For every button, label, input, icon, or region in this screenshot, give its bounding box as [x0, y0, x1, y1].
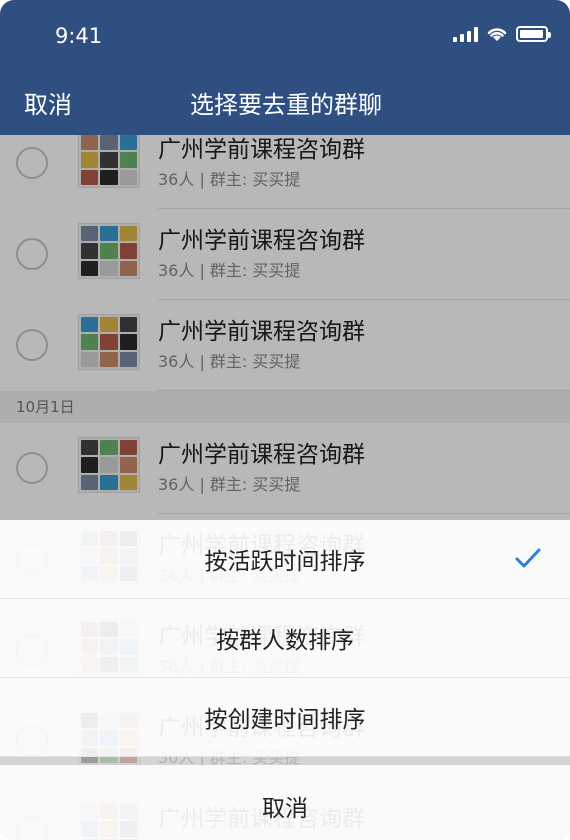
status-time: 9:41 — [55, 24, 103, 48]
sheet-cancel-button[interactable]: 取消 — [0, 765, 570, 840]
header-bar: 9:41 取消 选择要去重的群聊 — [0, 0, 570, 135]
sort-option-label: 按创建时间排序 — [204, 707, 366, 733]
wifi-icon — [487, 28, 507, 41]
sort-action-sheet: 按活跃时间排序 按群人数排序 按创建时间排序 取消 — [0, 520, 570, 840]
page-title: 选择要去重的群聊 — [190, 91, 382, 119]
checkmark-icon — [515, 548, 541, 568]
sort-option-created-time[interactable]: 按创建时间排序 — [0, 678, 570, 757]
sort-option-label: 按活跃时间排序 — [204, 549, 366, 575]
phone-screen: 9:41 取消 选择要去重的群聊 广州学前课程咨询群 36人 | 群主: 买买提广… — [0, 0, 570, 840]
sort-option-label: 按群人数排序 — [216, 628, 354, 654]
sheet-separator — [0, 757, 570, 765]
sort-option-active-time[interactable]: 按活跃时间排序 — [0, 520, 570, 599]
battery-icon — [516, 26, 551, 42]
sort-option-member-count[interactable]: 按群人数排序 — [0, 599, 570, 678]
status-icons — [453, 26, 551, 42]
cellular-signal-icon — [453, 26, 478, 42]
